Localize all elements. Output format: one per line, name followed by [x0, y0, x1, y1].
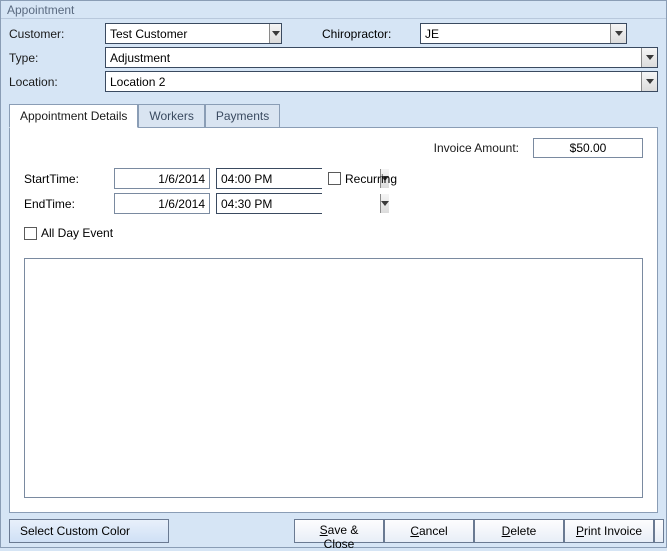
chiropractor-input[interactable] — [421, 24, 610, 43]
checkbox-icon[interactable] — [328, 172, 341, 185]
type-label: Type: — [9, 51, 99, 65]
cancel-button[interactable]: Cancel — [384, 519, 474, 543]
tab-region: Appointment Details Workers Payments Inv… — [9, 103, 658, 513]
recurring-label: Recurring — [345, 172, 397, 186]
customer-label: Customer: — [9, 27, 99, 41]
type-combo[interactable] — [105, 47, 658, 68]
customer-combo[interactable] — [105, 23, 282, 44]
chevron-down-icon[interactable] — [610, 24, 626, 43]
all-day-checkbox[interactable]: All Day Event — [24, 226, 113, 240]
start-date-input[interactable] — [114, 168, 210, 189]
recurring-checkbox[interactable]: Recurring — [328, 172, 397, 186]
end-date-input[interactable] — [114, 193, 210, 214]
end-time-label: EndTime: — [24, 197, 108, 211]
tab-strip: Appointment Details Workers Payments — [9, 103, 658, 127]
all-day-label: All Day Event — [41, 226, 113, 240]
chiropractor-label: Chiropractor: — [322, 27, 414, 41]
window-title: Appointment — [1, 1, 666, 19]
invoice-amount-label: Invoice Amount: — [434, 141, 519, 155]
location-input[interactable] — [106, 72, 641, 91]
tab-appointment-details[interactable]: Appointment Details — [9, 104, 138, 128]
header-form: Customer: Chiropractor: Type: — [1, 19, 666, 97]
customer-input[interactable] — [106, 24, 269, 43]
start-time-label: StartTime: — [24, 172, 108, 186]
invoice-amount-input[interactable] — [533, 138, 643, 158]
chevron-down-icon[interactable] — [380, 194, 389, 213]
chevron-down-icon[interactable] — [641, 72, 657, 91]
appointment-window: Appointment Customer: Chiropractor: Type… — [0, 0, 667, 548]
print-invoice-button[interactable]: Print Invoice — [564, 519, 654, 543]
tab-panel-details: Invoice Amount: StartTime: Recurring — [9, 127, 658, 513]
button-bar: Select Custom Color Save & Close Cancel … — [9, 519, 664, 543]
checkbox-icon[interactable] — [24, 227, 37, 240]
chevron-down-icon[interactable] — [641, 48, 657, 67]
end-time-combo[interactable] — [216, 193, 322, 214]
chevron-down-icon[interactable] — [269, 24, 281, 43]
notes-textarea[interactable] — [24, 258, 643, 498]
type-input[interactable] — [106, 48, 641, 67]
location-combo[interactable] — [105, 71, 658, 92]
select-custom-color-button[interactable]: Select Custom Color — [9, 519, 169, 543]
save-and-close-button[interactable]: Save & Close — [294, 519, 384, 543]
delete-button[interactable]: Delete — [474, 519, 564, 543]
chiropractor-combo[interactable] — [420, 23, 627, 44]
overflow-button[interactable] — [654, 519, 664, 543]
location-label: Location: — [9, 75, 99, 89]
tab-workers[interactable]: Workers — [138, 104, 204, 128]
tab-payments[interactable]: Payments — [205, 104, 280, 128]
end-time-input[interactable] — [217, 194, 380, 213]
start-time-combo[interactable] — [216, 168, 322, 189]
